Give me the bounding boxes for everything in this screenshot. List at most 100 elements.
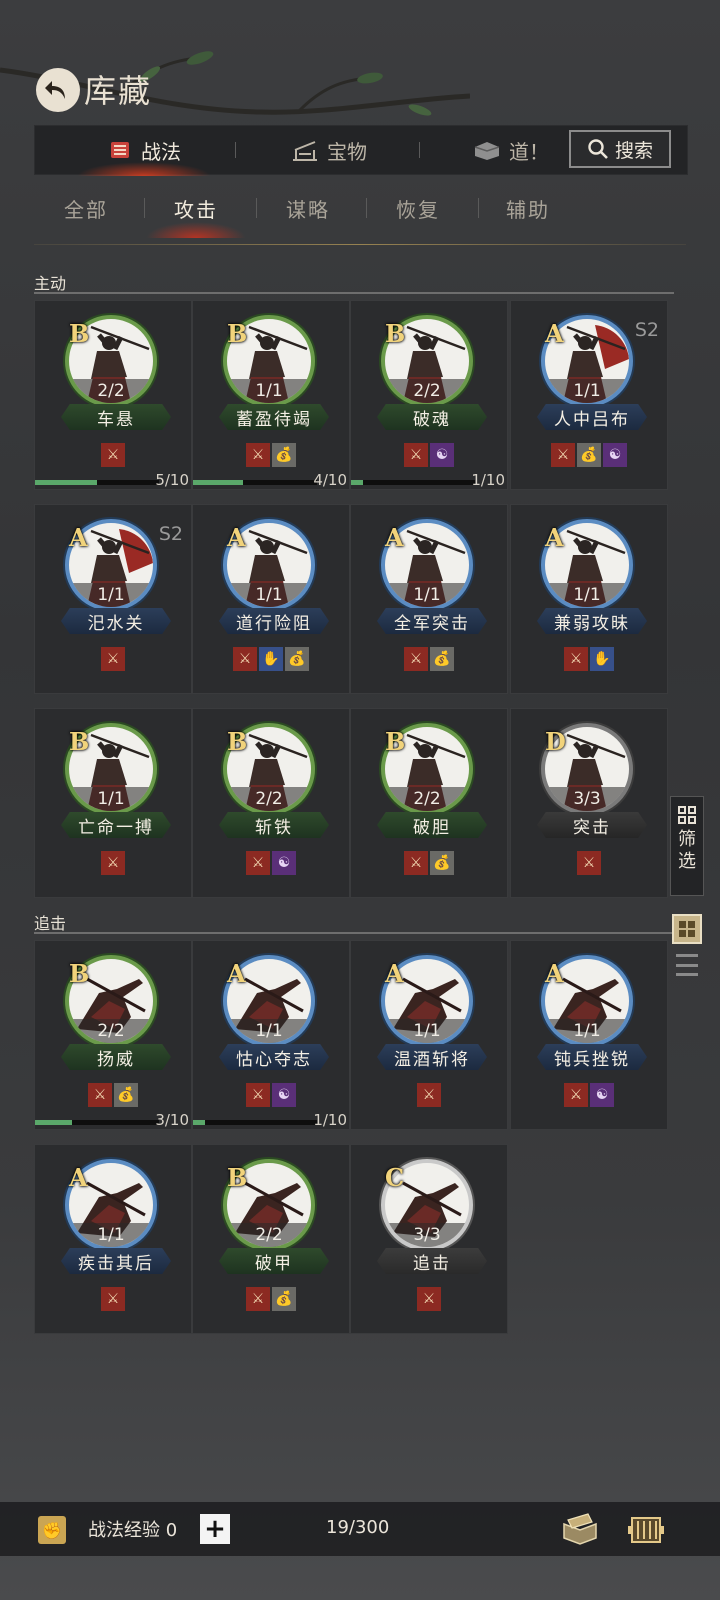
control-tag-icon: ☯ xyxy=(590,1083,614,1107)
tactic-card[interactable]: 2/2 B 扬威 ⚔ 💰 3/10 xyxy=(34,940,192,1130)
attack-tag-icon: ⚔ xyxy=(246,1083,270,1107)
grade-badge: A xyxy=(69,1163,88,1192)
control-tag-icon: ☯ xyxy=(272,1083,296,1107)
tactic-card[interactable]: 1/1 A 温酒斩将 ⚔ xyxy=(350,940,508,1130)
pouch-tag-icon: 💰 xyxy=(285,647,309,671)
grade-badge: A xyxy=(227,959,246,988)
weapon-rack-icon xyxy=(293,141,317,161)
subtab-strategy[interactable]: 谋略 xyxy=(286,194,330,223)
tactic-card[interactable]: 1/1 A S2 人中吕布 ⚔ 💰 ☯ xyxy=(510,300,668,490)
pouch-tag-icon: 💰 xyxy=(114,1083,138,1107)
divider xyxy=(366,198,367,218)
pouch-tag-icon: 💰 xyxy=(430,647,454,671)
tactic-count: 1/1 xyxy=(227,583,311,607)
subtab-all[interactable]: 全部 xyxy=(64,194,108,223)
tactic-card[interactable]: 1/1 A 怙心夺志 ⚔ ☯ 1/10 xyxy=(192,940,350,1130)
sub-tab-bar: 全部 攻击 谋略 恢复 辅助 xyxy=(34,188,686,244)
tactic-tags: ⚔ ☯ xyxy=(351,443,507,467)
tactic-name: 全军突击 xyxy=(377,608,487,634)
list-view-icon xyxy=(676,973,698,976)
grade-badge: B xyxy=(227,319,248,348)
tactic-name: 兼弱攻昧 xyxy=(537,608,647,634)
divider xyxy=(419,142,420,158)
grade-badge: B xyxy=(385,319,406,348)
season-badge: S2 xyxy=(158,523,183,545)
tactic-card[interactable]: 1/1 A 全军突击 ⚔ 💰 xyxy=(350,504,508,694)
tactic-tags: ⚔ 💰 xyxy=(193,1287,349,1311)
tactic-tags: ⚔ xyxy=(35,443,191,467)
capacity-counter: 19/300 xyxy=(326,1517,390,1538)
tactic-name: 亡命一搏 xyxy=(61,812,171,838)
book-convert-icon[interactable] xyxy=(560,1512,600,1548)
grade-badge: C xyxy=(385,1163,405,1192)
tactic-card[interactable]: 2/2 B 破胆 ⚔ 💰 xyxy=(350,708,508,898)
back-button[interactable] xyxy=(36,68,80,112)
attack-tag-icon: ⚔ xyxy=(404,851,428,875)
tactic-tags: ⚔ xyxy=(511,851,667,875)
attack-tag-icon: ⚔ xyxy=(246,851,270,875)
tactic-count: 1/1 xyxy=(69,1223,153,1247)
tactic-card[interactable]: 1/1 A 疾击其后 ⚔ xyxy=(34,1144,192,1334)
filter-label: 筛选 xyxy=(678,829,696,872)
subtab-recovery[interactable]: 恢复 xyxy=(396,194,440,223)
grade-badge: B xyxy=(69,959,90,988)
list-view-button[interactable] xyxy=(676,954,698,976)
filter-grid-icon xyxy=(678,806,696,824)
progress-text: 3/10 xyxy=(155,1111,189,1129)
attack-tag-icon: ⚔ xyxy=(417,1287,441,1311)
tactic-card[interactable]: 1/1 B 亡命一搏 ⚔ xyxy=(34,708,192,898)
tactic-tags: ⚔ 💰 ☯ xyxy=(511,443,667,467)
sub-tab-underline xyxy=(34,244,686,245)
tab-items[interactable]: 道！ xyxy=(473,126,549,174)
tactic-name: 突击 xyxy=(537,812,647,838)
subtab-attack[interactable]: 攻击 xyxy=(146,194,246,238)
tactic-count: 1/1 xyxy=(545,379,629,403)
grade-badge: B xyxy=(69,319,90,348)
tactic-count: 3/3 xyxy=(385,1223,469,1247)
add-exp-button[interactable]: + xyxy=(200,1514,230,1544)
section-divider xyxy=(34,292,674,294)
tactic-tags: ⚔ 💰 xyxy=(193,443,349,467)
fist-icon: ✊ xyxy=(38,1516,66,1544)
tactic-card[interactable]: 2/2 B 破甲 ⚔ 💰 xyxy=(192,1144,350,1334)
page-title: 库藏 xyxy=(84,72,153,110)
tactic-name: 破甲 xyxy=(219,1248,329,1274)
grade-badge: A xyxy=(545,319,564,348)
tactic-card[interactable]: 3/3 C 追击 ⚔ xyxy=(350,1144,508,1334)
tactic-card[interactable]: 1/1 A 钝兵挫锐 ⚔ ☯ xyxy=(510,940,668,1130)
tactic-card[interactable]: 2/2 B 车悬 ⚔ 5/10 xyxy=(34,300,192,490)
search-button[interactable]: 搜索 xyxy=(569,130,671,168)
subtab-support[interactable]: 辅助 xyxy=(506,194,550,223)
upgrade-progress-bar xyxy=(35,480,159,485)
tactic-card[interactable]: 1/1 A 道行险阻 ⚔ ✋ 💰 xyxy=(192,504,350,694)
tactic-card[interactable]: 1/1 B 蓄盈待竭 ⚔ 💰 4/10 xyxy=(192,300,350,490)
item-box-icon xyxy=(474,142,500,160)
tactic-tags: ⚔ xyxy=(35,647,191,671)
pouch-tag-icon: 💰 xyxy=(272,443,296,467)
attack-tag-icon: ⚔ xyxy=(101,1287,125,1311)
tactic-tags: ⚔ 💰 xyxy=(35,1083,191,1107)
tactic-tags: ⚔ xyxy=(35,1287,191,1311)
attack-tag-icon: ⚔ xyxy=(551,443,575,467)
tactic-name: 人中吕布 xyxy=(537,404,647,430)
section-title-active: 主动 xyxy=(34,274,67,293)
attack-tag-icon: ⚔ xyxy=(88,1083,112,1107)
scroll-icon xyxy=(111,142,129,158)
grid-view-button[interactable] xyxy=(672,914,702,944)
tactic-name: 扬威 xyxy=(61,1044,171,1070)
tactic-card[interactable]: 2/2 B 斩铁 ⚔ ☯ xyxy=(192,708,350,898)
tactic-card[interactable]: 1/1 A S2 汜水关 ⚔ xyxy=(34,504,192,694)
tactic-tags: ⚔ ☯ xyxy=(193,1083,349,1107)
attack-tag-icon: ⚔ xyxy=(246,1287,270,1311)
tactic-card[interactable]: 1/1 A 兼弱攻昧 ⚔ ✋ xyxy=(510,504,668,694)
tactic-tags: ⚔ ✋ xyxy=(511,647,667,671)
upgrade-progress-bar xyxy=(35,1120,159,1125)
tab-tactics[interactable]: 战法 xyxy=(77,126,211,176)
top-tab-bar: 战法 宝物 道！ 搜索 xyxy=(34,125,688,176)
tab-treasures[interactable]: 宝物 xyxy=(291,126,367,174)
filter-button[interactable]: 筛选 xyxy=(670,796,704,896)
tactic-card[interactable]: 2/2 B 破魂 ⚔ ☯ 1/10 xyxy=(350,300,508,490)
tactic-count: 1/1 xyxy=(545,583,629,607)
scroll-storage-icon[interactable] xyxy=(626,1512,666,1548)
tactic-card[interactable]: 3/3 D 突击 ⚔ xyxy=(510,708,668,898)
